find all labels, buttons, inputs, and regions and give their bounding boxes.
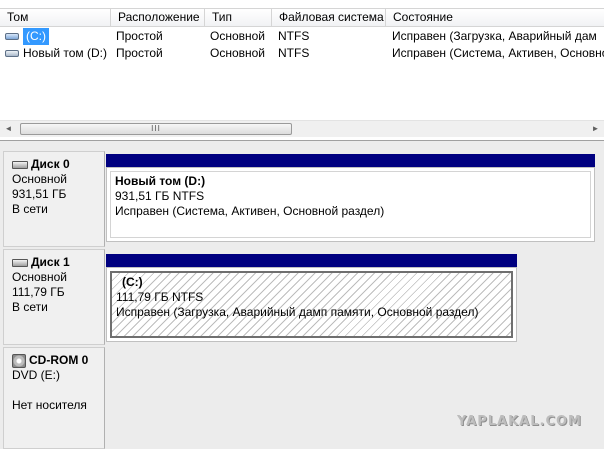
volume-name: Новый том (D:) <box>23 46 107 60</box>
cdrom-0-row: CD-ROM 0 DVD (E:) Нет носителя <box>0 347 604 449</box>
volume-filesystem: NTFS <box>278 46 310 60</box>
partition-c-content: (C:) 111,79 ГБ NTFS Исправен (Загрузка, … <box>110 271 513 338</box>
volume-row-c[interactable]: (C:) Простой Основной NTFS Исправен (Заг… <box>0 28 604 45</box>
disk-title: Диск 0 <box>12 157 104 172</box>
cdrom-0-label[interactable]: CD-ROM 0 DVD (E:) Нет носителя <box>3 347 105 449</box>
volume-layout: Простой <box>116 46 163 60</box>
scroll-right-arrow-icon[interactable]: ► <box>587 121 604 138</box>
disk-type: Основной <box>12 270 68 284</box>
disk-0-label[interactable]: Диск 0 Основной 931,51 ГБ В сети <box>3 151 105 247</box>
hard-disk-icon <box>12 258 28 267</box>
cdrom-title: CD-ROM 0 <box>12 353 104 368</box>
volume-drive-icon <box>5 33 19 40</box>
partition-header-bar <box>106 254 517 267</box>
volume-drive-icon <box>5 50 19 57</box>
volume-name: (C:) <box>23 28 49 45</box>
volume-name-cell: (C:) <box>0 28 111 45</box>
partition-name: Новый том (D:) <box>115 174 206 188</box>
cdrom-name: CD-ROM 0 <box>29 353 89 367</box>
cd-drive-icon <box>12 353 26 368</box>
scrollbar-thumb[interactable]: III <box>20 123 292 135</box>
hard-disk-icon <box>12 160 28 169</box>
disk-name: Диск 0 <box>31 157 70 171</box>
disk-title: Диск 1 <box>12 255 104 270</box>
volume-layout: Простой <box>116 29 163 43</box>
disk-0-partitions: Новый том (D:) 931,51 ГБ NTFS Исправен (… <box>106 154 595 242</box>
disk-state: В сети <box>12 202 48 216</box>
cdrom-drive: DVD (E:) <box>12 368 60 382</box>
partition-c[interactable]: (C:) 111,79 ГБ NTFS Исправен (Загрузка, … <box>106 267 517 342</box>
watermark-logo: YAPLAKAL.COM <box>457 414 582 429</box>
column-header-type[interactable]: Тип <box>205 9 272 26</box>
partition-d-content: Новый том (D:) 931,51 ГБ NTFS Исправен (… <box>110 171 591 238</box>
volume-status: Исправен (Загрузка, Аварийный дам <box>392 29 597 43</box>
column-header-status[interactable]: Состояние <box>386 9 604 26</box>
disk-1-partitions: (C:) 111,79 ГБ NTFS Исправен (Загрузка, … <box>106 254 517 342</box>
disk-1-row: Диск 1 Основной 111,79 ГБ В сети (C:) 11… <box>0 249 604 345</box>
partition-name: (C:) <box>122 275 143 289</box>
volume-list: Том Расположение Тип Файловая система Со… <box>0 0 604 141</box>
cdrom-media: Нет носителя <box>12 398 87 412</box>
horizontal-scrollbar[interactable]: ◄ III ► <box>0 120 604 137</box>
disk-1-label[interactable]: Диск 1 Основной 111,79 ГБ В сети <box>3 249 105 345</box>
disk-size: 931,51 ГБ <box>12 187 67 201</box>
volume-status: Исправен (Система, Активен, Основной р <box>392 46 604 60</box>
volume-name-cell: Новый том (D:) <box>0 45 111 62</box>
scroll-left-arrow-icon[interactable]: ◄ <box>0 121 17 138</box>
disk-size: 111,79 ГБ <box>12 285 65 299</box>
column-header-volume[interactable]: Том <box>0 9 111 26</box>
disk-type: Основной <box>12 172 68 186</box>
partition-size-fs: 931,51 ГБ NTFS <box>115 189 205 203</box>
column-header-filesystem[interactable]: Файловая система <box>272 9 386 26</box>
partition-status: Исправен (Система, Активен, Основной раз… <box>115 204 385 218</box>
partition-d[interactable]: Новый том (D:) 931,51 ГБ NTFS Исправен (… <box>106 167 595 242</box>
volume-row-d[interactable]: Новый том (D:) Простой Основной NTFS Исп… <box>0 45 604 62</box>
disk-name: Диск 1 <box>31 255 70 269</box>
disk-state: В сети <box>12 300 48 314</box>
volume-list-header: Том Расположение Тип Файловая система Со… <box>0 8 604 27</box>
volume-type: Основной <box>210 29 266 43</box>
partition-status: Исправен (Загрузка, Аварийный дамп памят… <box>116 305 479 319</box>
column-header-layout[interactable]: Расположение <box>111 9 205 26</box>
disk-map: Диск 0 Основной 931,51 ГБ В сети Новый т… <box>0 141 604 449</box>
disk-0-row: Диск 0 Основной 931,51 ГБ В сети Новый т… <box>0 151 604 247</box>
volume-filesystem: NTFS <box>278 29 310 43</box>
partition-size-fs: 111,79 ГБ NTFS <box>116 290 204 304</box>
partition-header-bar <box>106 154 595 167</box>
volume-type: Основной <box>210 46 266 60</box>
